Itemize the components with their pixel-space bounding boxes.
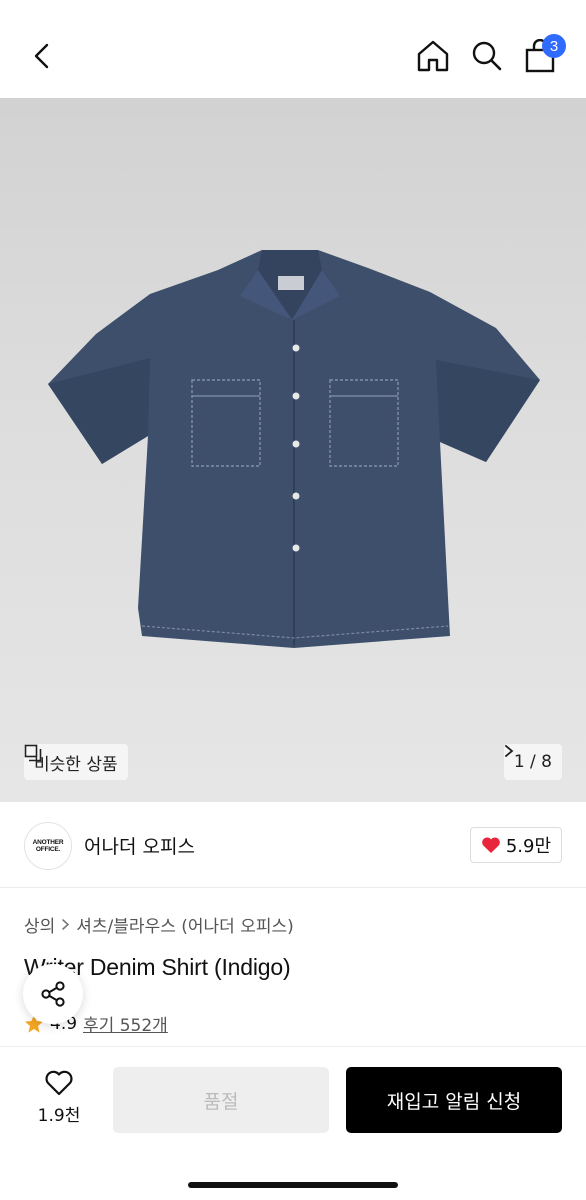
product-image: [48, 250, 540, 648]
chevron-left-icon: [34, 43, 49, 69]
share-button[interactable]: [23, 964, 83, 1024]
cart-count-badge: 3: [542, 34, 566, 58]
image-pager[interactable]: 1 / 8: [503, 744, 562, 780]
bottom-action-bar: 1.9천 품절 재입고 알림 신청: [0, 1046, 586, 1200]
breadcrumb-item[interactable]: 셔츠/블라우스 (어나더 오피스): [76, 912, 293, 937]
reviews-link[interactable]: 후기 552개: [83, 1011, 168, 1036]
back-button[interactable]: [22, 36, 62, 76]
wishlist-count: 1.9천: [37, 1106, 81, 1126]
brand-like-button[interactable]: 5.9만: [469, 827, 562, 863]
home-button[interactable]: [413, 36, 453, 76]
search-button[interactable]: [467, 36, 507, 76]
soldout-button[interactable]: 품절: [113, 1067, 329, 1133]
brand-logo-line1: ANOTHER: [32, 839, 64, 846]
home-icon: [417, 40, 449, 72]
brand-name[interactable]: 어나더 오피스: [84, 832, 195, 859]
brand-row: ANOTHER OFFICE. 어나더 오피스 5.9만: [0, 802, 586, 888]
share-icon: [41, 981, 65, 1007]
search-icon: [472, 41, 502, 71]
chevron-right-icon: [504, 745, 514, 757]
brand-like-count: 5.9만: [505, 836, 551, 857]
similar-products-label: 비슷한 상품: [34, 754, 118, 775]
wishlist-button[interactable]: 1.9천: [24, 1069, 94, 1129]
product-image-gallery[interactable]: 비슷한 상품 1 / 8: [0, 98, 586, 802]
similar-items-icon: [24, 744, 42, 762]
heart-icon: [481, 837, 500, 853]
breadcrumb: 상의 셔츠/블라우스 (어나더 오피스): [24, 912, 294, 937]
chevron-right-icon: [62, 919, 70, 930]
page-indicator: 1 / 8: [513, 752, 552, 772]
cart-button[interactable]: 3: [520, 34, 566, 76]
breadcrumb-item[interactable]: 상의: [24, 912, 55, 937]
heart-outline-icon: [45, 1070, 73, 1096]
top-nav-bar: 3: [0, 0, 586, 98]
brand-logo-line2: OFFICE.: [35, 846, 61, 853]
similar-products-button[interactable]: 비슷한 상품: [24, 744, 128, 780]
brand-logo[interactable]: ANOTHER OFFICE.: [24, 822, 72, 870]
home-indicator: [188, 1182, 398, 1188]
restock-alert-button[interactable]: 재입고 알림 신청: [346, 1067, 562, 1133]
